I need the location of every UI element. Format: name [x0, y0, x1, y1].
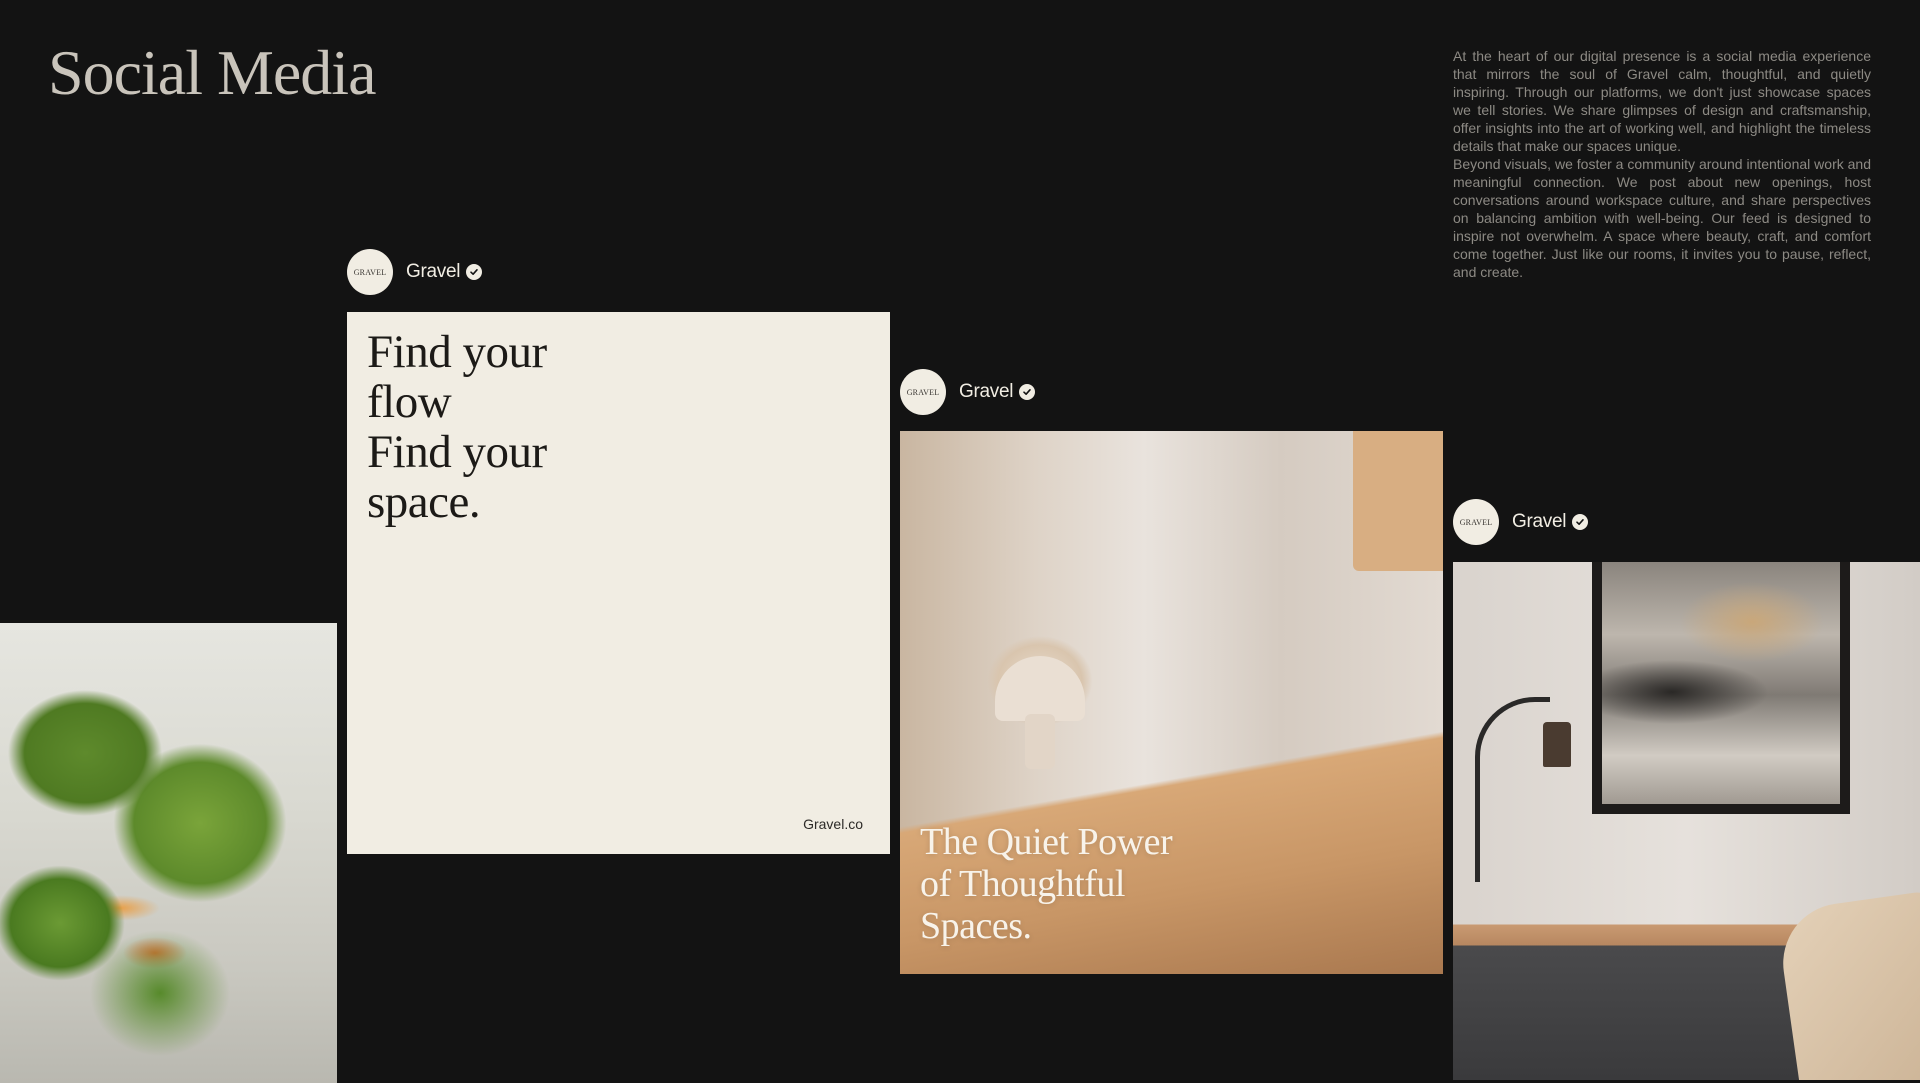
verified-badge-icon [466, 264, 483, 280]
intro-paragraph: Beyond visuals, we foster a community ar… [1453, 156, 1871, 280]
headline-line: Find your [367, 326, 547, 378]
verified-badge-icon [1019, 384, 1036, 400]
page-title: Social Media [48, 37, 376, 108]
post-card-flow[interactable]: Find your flow Find your space. Gravel.c… [347, 312, 890, 854]
shelf-panel [1353, 431, 1443, 571]
brand-avatar[interactable]: GRAVEL [900, 369, 946, 415]
desk-lamp-head [1543, 722, 1571, 767]
brand-avatar[interactable]: GRAVEL [347, 249, 393, 295]
headline-line: Find your [367, 426, 547, 478]
post-header: GRAVEL Gravel [347, 249, 483, 295]
headline-line: of Thoughtful [920, 863, 1125, 905]
post-image-plants [0, 623, 337, 1083]
lamp [995, 656, 1085, 769]
account-handle[interactable]: Gravel [959, 381, 1013, 403]
post-headline: Find your flow Find your space. [367, 327, 547, 527]
headline-line: Spaces. [920, 905, 1032, 947]
intro-paragraph: At the heart of our digital presence is … [1453, 48, 1871, 154]
desk-lamp [1475, 697, 1550, 882]
verified-badge-icon [1572, 514, 1589, 530]
account-handle[interactable]: Gravel [406, 261, 460, 283]
intro-text: At the heart of our digital presence is … [1453, 47, 1871, 281]
brand-avatar[interactable]: GRAVEL [1453, 499, 1499, 545]
post-card-art-desk[interactable] [1453, 562, 1920, 1080]
chair [1775, 889, 1920, 1080]
headline-line: space. [367, 476, 481, 528]
framed-artwork [1592, 562, 1850, 814]
headline-line: flow [367, 376, 452, 428]
post-header: GRAVEL Gravel [900, 369, 1036, 415]
post-footer-url: Gravel.co [803, 816, 863, 832]
post-card-quiet-power[interactable]: The Quiet Power of Thoughtful Spaces. [900, 431, 1443, 974]
headline-line: The Quiet Power [920, 821, 1173, 863]
post-headline: The Quiet Power of Thoughtful Spaces. [920, 821, 1173, 947]
account-handle[interactable]: Gravel [1512, 511, 1566, 533]
post-header: GRAVEL Gravel [1453, 499, 1589, 545]
